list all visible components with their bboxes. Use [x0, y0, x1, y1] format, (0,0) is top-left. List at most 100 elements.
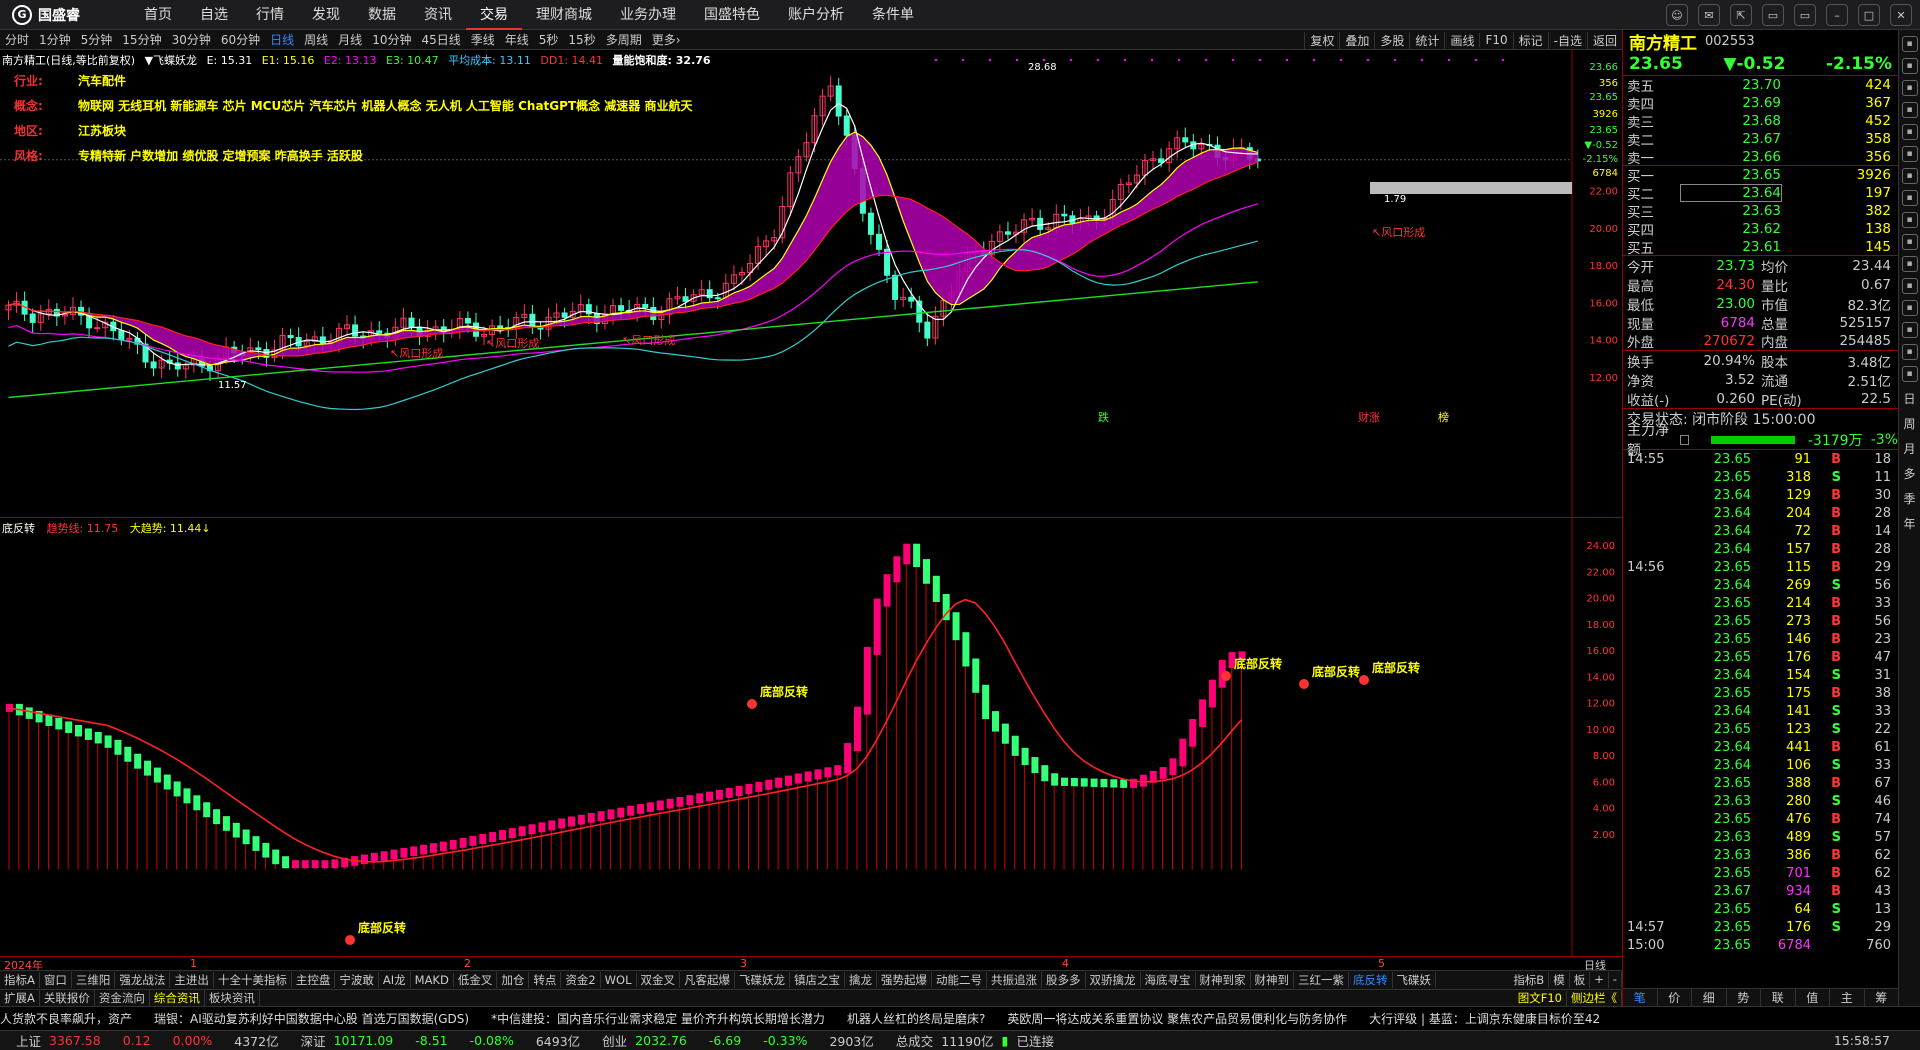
order-book-row[interactable]: 卖一 23.66 356 — [1623, 148, 1898, 167]
chart-tool-button[interactable]: -自选 — [1547, 31, 1587, 49]
chart-tool-button[interactable]: 返回 — [1586, 31, 1622, 49]
window-control-icon[interactable]: – — [1826, 4, 1848, 26]
sidebar-tool-icon[interactable]: ▪ — [1901, 102, 1918, 118]
window-control-icon[interactable]: ⇱ — [1730, 4, 1752, 26]
indicator-tab[interactable]: 擒龙 — [845, 972, 877, 988]
menu-item[interactable]: 交易 — [466, 0, 522, 30]
indicator-tab[interactable]: 转点 — [529, 972, 562, 988]
menu-item[interactable]: 条件单 — [858, 0, 928, 30]
period-option[interactable]: 15分钟 — [117, 31, 166, 48]
indicator-tab[interactable]: 低金叉 — [454, 972, 498, 988]
chart-tool-button[interactable]: 统计 — [1409, 31, 1444, 49]
news-item[interactable]: 大行评级 | 基蓝：上调京东健康目标价至42 — [1369, 1010, 1600, 1027]
sidebar-tool-icon[interactable]: ▪ — [1901, 58, 1918, 74]
menu-item[interactable]: 行情 — [242, 0, 298, 30]
sidebar-tool-icon[interactable]: ▪ — [1901, 190, 1918, 206]
chart-tool-button[interactable]: 画线 — [1444, 31, 1479, 49]
period-option[interactable]: 月线 — [333, 31, 367, 48]
menu-item[interactable]: 首页 — [130, 0, 186, 30]
bottom-tab[interactable]: 板块资讯 — [205, 990, 260, 1006]
indicator-tab[interactable]: 三红一紫 — [1294, 972, 1349, 988]
sidebar-tool-icon[interactable]: ▪ — [1901, 344, 1918, 360]
chart-tool-button[interactable]: 多股 — [1374, 31, 1409, 49]
order-book-row[interactable]: 卖四 23.69 367 — [1623, 94, 1898, 113]
news-item[interactable]: 瑞银：AI驱动复苏利好中国数据中心股 首选万国数据(GDS) — [154, 1010, 469, 1027]
quote-tab[interactable]: 联 — [1761, 989, 1796, 1006]
sidebar-tool-icon[interactable]: ▪ — [1901, 212, 1918, 228]
window-control-icon[interactable]: ✕ — [1890, 4, 1912, 26]
indicator-name[interactable]: ▼飞蝶妖龙 — [145, 54, 197, 67]
quote-tab[interactable]: 势 — [1727, 989, 1761, 1006]
period-option[interactable]: 30分钟 — [167, 31, 216, 48]
sub-chart-svg[interactable]: 24.00 22.00 20.00 18.00 16.00 14.00 12.00 10.00… — [0, 518, 1622, 956]
order-book-row[interactable]: 卖二 23.67 358 — [1623, 130, 1898, 149]
sidebar-tool-icon[interactable]: ▪ — [1901, 80, 1918, 96]
order-book-row[interactable]: 买一 23.65 3926 — [1623, 166, 1898, 185]
indicator-tab[interactable]: WOL — [601, 973, 637, 987]
menu-item[interactable]: 自选 — [186, 0, 242, 30]
quote-tab[interactable]: 价 — [1658, 989, 1692, 1006]
indicator-right-button[interactable]: 模 — [1549, 972, 1570, 988]
indicator-tab[interactable]: 双骄擒龙 — [1086, 972, 1141, 988]
sidebar-tool-icon[interactable]: ▪ — [1901, 300, 1918, 316]
indicator-tab[interactable]: 十全十美指标 — [214, 972, 292, 988]
period-option[interactable]: 分时 — [0, 31, 34, 48]
indicator-tab[interactable]: 财神到 — [1251, 972, 1294, 988]
menu-item[interactable]: 账户分析 — [774, 0, 858, 30]
net-toggle-icon[interactable] — [1680, 434, 1690, 445]
indicator-tab[interactable]: 凡客起爆 — [680, 972, 735, 988]
period-option[interactable]: 1分钟 — [34, 31, 76, 48]
bottom-tab[interactable]: 综合资讯 — [150, 990, 205, 1006]
news-item[interactable]: 英欧周一将达成关系重置协议 聚焦农产品贸易便利化与防务协作 — [1007, 1010, 1347, 1027]
news-ticker[interactable]: 人货款不良率飙升，资产 瑞银：AI驱动复苏利好中国数据中心股 首选万国数据(GDS… — [0, 1006, 1920, 1030]
sidebar-tool-icon[interactable]: ▪ — [1901, 36, 1918, 52]
period-option[interactable]: 更多› — [647, 31, 686, 48]
indicator-right-button[interactable]: - — [1609, 972, 1622, 988]
indicator-tab[interactable]: 动能二号 — [932, 972, 987, 988]
tick-list[interactable]: 14:55 23.65 91 B 18 23.65 318 S 11 23.64 129 B 30 23.… — [1623, 450, 1898, 954]
indicator-tab[interactable]: 加仓 — [497, 972, 530, 988]
window-control-icon[interactable]: ▭ — [1762, 4, 1784, 26]
menu-item[interactable]: 业务办理 — [606, 0, 690, 30]
indicator-tab[interactable]: 窗口 — [40, 972, 72, 988]
sidebar-period-label[interactable]: 日 — [1903, 390, 1915, 407]
period-option[interactable]: 日线 — [265, 31, 299, 48]
sidebar-period-label[interactable]: 多 — [1903, 465, 1915, 482]
order-book-row[interactable]: 买三 23.63 382 — [1623, 202, 1898, 221]
indicator-tab[interactable]: AI龙 — [379, 972, 411, 988]
bottom-tab[interactable]: 资金流向 — [95, 990, 150, 1006]
sidebar-tool-icon[interactable]: ▪ — [1901, 366, 1918, 382]
period-option[interactable]: 15秒 — [563, 31, 600, 48]
period-option[interactable]: 45日线 — [416, 31, 465, 48]
indicator-tab[interactable]: 强势起爆 — [877, 972, 932, 988]
order-book-row[interactable]: 买五 23.61 145 — [1623, 238, 1898, 257]
sidebar-period-label[interactable]: 周 — [1903, 415, 1915, 432]
bottom-right-button[interactable]: 图文F10 — [1514, 990, 1567, 1006]
order-book-row[interactable]: 买四 23.62 138 — [1623, 220, 1898, 239]
sidebar-period-label[interactable]: 月 — [1903, 440, 1915, 457]
app-logo[interactable]: G 国盛睿 — [0, 4, 130, 25]
menu-item[interactable]: 国盛特色 — [690, 0, 774, 30]
indicator-right-button[interactable]: + — [1590, 972, 1609, 988]
sidebar-tool-icon[interactable]: ▪ — [1901, 146, 1918, 162]
window-control-icon[interactable]: ✉ — [1698, 4, 1720, 26]
indicator-tab[interactable]: MAKD — [411, 973, 454, 987]
period-option[interactable]: 年线 — [500, 31, 534, 48]
quote-tab[interactable]: 主 — [1830, 989, 1865, 1006]
menu-item[interactable]: 数据 — [354, 0, 410, 30]
indicator-tab[interactable]: 镇店之宝 — [790, 972, 845, 988]
order-book-row[interactable]: 买二 23.64 197 — [1623, 184, 1898, 203]
chart-tool-button[interactable]: 复权 — [1304, 31, 1339, 49]
menu-item[interactable]: 发现 — [298, 0, 354, 30]
quote-tab[interactable]: 值 — [1796, 989, 1830, 1006]
indicator-tab[interactable]: 主进出 — [170, 972, 214, 988]
indicator-tab[interactable]: 底反转 — [1349, 972, 1393, 988]
period-option[interactable]: 季线 — [466, 31, 500, 48]
news-item[interactable]: 机器人丝杠的终局是磨床? — [847, 1010, 985, 1027]
sidebar-tool-icon[interactable]: ▪ — [1901, 234, 1918, 250]
news-item[interactable]: 人货款不良率飙升，资产 — [0, 1010, 132, 1027]
period-option[interactable]: 多周期 — [601, 31, 647, 48]
sidebar-tool-icon[interactable]: ▪ — [1901, 168, 1918, 184]
quote-tab[interactable]: 细 — [1692, 989, 1727, 1006]
period-option[interactable]: 5秒 — [534, 31, 564, 48]
